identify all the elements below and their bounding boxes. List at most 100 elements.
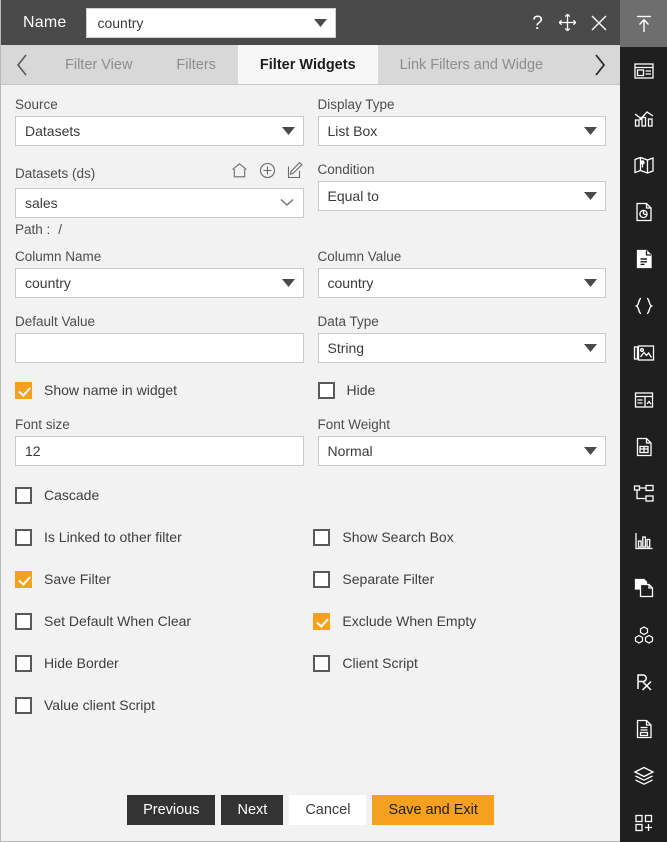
rail-item-script-document[interactable] xyxy=(620,705,667,752)
table-layout-icon xyxy=(633,389,655,411)
font-weight-select[interactable]: Normal xyxy=(317,436,606,466)
checkbox-set-default-when-clear[interactable]: Set Default When Clear xyxy=(15,610,313,632)
tab-link-filters-and-widgets[interactable]: Link Filters and Widge xyxy=(377,45,566,84)
font-weight-value: Normal xyxy=(327,443,373,459)
rail-item-layers[interactable] xyxy=(620,752,667,799)
font-size-input[interactable]: 12 xyxy=(15,436,304,466)
rail-item-gallery[interactable] xyxy=(620,329,667,376)
checkbox-show-search-box[interactable]: Show Search Box xyxy=(313,526,606,548)
checkbox-box xyxy=(15,381,32,399)
checkbox-box xyxy=(317,381,335,399)
datasets-select[interactable]: sales xyxy=(15,188,304,218)
column-name-select[interactable]: country xyxy=(15,268,304,298)
data-type-select[interactable]: String xyxy=(317,333,606,363)
checkbox-exclude-when-empty[interactable]: Exclude When Empty xyxy=(313,610,606,632)
prescription-icon xyxy=(633,671,655,693)
rail-item-cubes[interactable] xyxy=(620,611,667,658)
rail-item-dashboard[interactable] xyxy=(620,47,667,94)
rail-item-add-widget[interactable] xyxy=(620,799,667,842)
rail-item-chart[interactable] xyxy=(620,94,667,141)
dialog-body: Source Datasets Display Type List Box Da… xyxy=(1,85,620,841)
datasets-label: Datasets (ds) xyxy=(15,165,96,181)
tab-filter-view[interactable]: Filter View xyxy=(43,45,155,84)
data-type-value: String xyxy=(327,340,365,356)
checkbox-box xyxy=(15,696,32,714)
option-save-filter: Save Filter xyxy=(15,568,313,590)
checkbox-save-filter[interactable]: Save Filter xyxy=(15,568,313,590)
document-icon xyxy=(633,248,655,270)
condition-value: Equal to xyxy=(327,188,379,204)
display-type-label: Display Type xyxy=(317,97,395,112)
field-show-name-in-widget: Show name in widget xyxy=(15,379,304,401)
json-icon xyxy=(633,295,655,317)
move-icon[interactable] xyxy=(558,13,577,32)
rail-item-hierarchy[interactable] xyxy=(620,470,667,517)
display-type-value: List Box xyxy=(327,123,378,139)
rail-item-table-layout[interactable] xyxy=(620,376,667,423)
cubes-icon xyxy=(633,624,655,646)
checkbox-box xyxy=(15,654,32,672)
checkbox-box xyxy=(15,486,32,504)
close-icon[interactable] xyxy=(590,14,608,32)
tab-filters[interactable]: Filters xyxy=(154,45,238,84)
rail-item-json[interactable] xyxy=(620,282,667,329)
chevron-down-icon xyxy=(584,122,597,140)
rail-item-copy-page[interactable] xyxy=(620,564,667,611)
cancel-button[interactable]: Cancel xyxy=(289,795,367,825)
field-default-value: Default Value xyxy=(15,314,304,363)
plus-circle-icon[interactable] xyxy=(259,162,276,184)
rail-item-pie-report[interactable] xyxy=(620,188,667,235)
chevron-down-icon xyxy=(584,442,597,460)
source-select[interactable]: Datasets xyxy=(15,116,304,146)
option-value-client-script: Value client Script xyxy=(15,694,313,716)
rail-item-report[interactable] xyxy=(620,423,667,470)
checkbox-label: Separate Filter xyxy=(342,571,435,587)
rail-item-upload[interactable] xyxy=(620,0,667,47)
checkbox-hide-border[interactable]: Hide Border xyxy=(15,652,313,674)
save-and-exit-button[interactable]: Save and Exit xyxy=(372,795,494,825)
checkbox-label: Is Linked to other filter xyxy=(44,529,182,545)
next-button[interactable]: Next xyxy=(221,795,284,825)
copy-page-icon xyxy=(633,577,655,599)
dialog-footer: Previous Next Cancel Save and Exit xyxy=(1,795,620,825)
edit-icon[interactable] xyxy=(287,161,304,184)
column-value-label: Column Value xyxy=(317,249,402,264)
condition-select[interactable]: Equal to xyxy=(317,181,606,211)
tabs-scroll-left[interactable] xyxy=(1,45,43,84)
font-size-label: Font size xyxy=(15,417,70,432)
source-label: Source xyxy=(15,97,58,112)
options-row: Hide Border Client Script xyxy=(15,652,606,674)
checkbox-hide[interactable]: Hide xyxy=(317,379,607,401)
layers-icon xyxy=(633,765,655,787)
help-icon[interactable]: ? xyxy=(530,13,545,33)
rail-item-document[interactable] xyxy=(620,235,667,282)
home-icon[interactable] xyxy=(231,162,248,184)
previous-button[interactable]: Previous xyxy=(127,795,216,825)
column-value-select[interactable]: country xyxy=(317,268,606,298)
chevron-down-icon xyxy=(584,339,597,357)
display-type-select[interactable]: List Box xyxy=(317,116,606,146)
column-name-label: Column Name xyxy=(15,249,102,264)
rail-item-prescription[interactable] xyxy=(620,658,667,705)
checkbox-cascade[interactable]: Cascade xyxy=(15,484,313,506)
rail-item-map[interactable] xyxy=(620,141,667,188)
name-input-value: country xyxy=(97,14,144,31)
checkbox-label: Exclude When Empty xyxy=(342,613,477,629)
tab-bar: Filter View Filters Filter Widgets Link … xyxy=(1,45,620,85)
checkbox-is-linked-to-other-filter[interactable]: Is Linked to other filter xyxy=(15,526,313,548)
checkbox-show-name-in-widget[interactable]: Show name in widget xyxy=(15,379,304,401)
checkbox-client-script[interactable]: Client Script xyxy=(313,652,606,674)
datasets-actions xyxy=(231,161,304,184)
checkbox-label: Save Filter xyxy=(44,571,111,587)
rail-item-bar-chart[interactable] xyxy=(620,517,667,564)
chevron-down-icon xyxy=(281,122,295,140)
checkbox-box xyxy=(15,528,32,546)
source-value: Datasets xyxy=(25,123,81,139)
tabs-scroll-right[interactable] xyxy=(578,45,620,84)
name-input[interactable]: country xyxy=(86,7,337,38)
checkbox-separate-filter[interactable]: Separate Filter xyxy=(313,568,606,590)
tab-filter-widgets[interactable]: Filter Widgets xyxy=(237,45,378,84)
default-value-input[interactable] xyxy=(15,333,304,363)
option-set-default-when-clear: Set Default When Clear xyxy=(15,610,313,632)
checkbox-value-client-script[interactable]: Value client Script xyxy=(15,694,313,716)
